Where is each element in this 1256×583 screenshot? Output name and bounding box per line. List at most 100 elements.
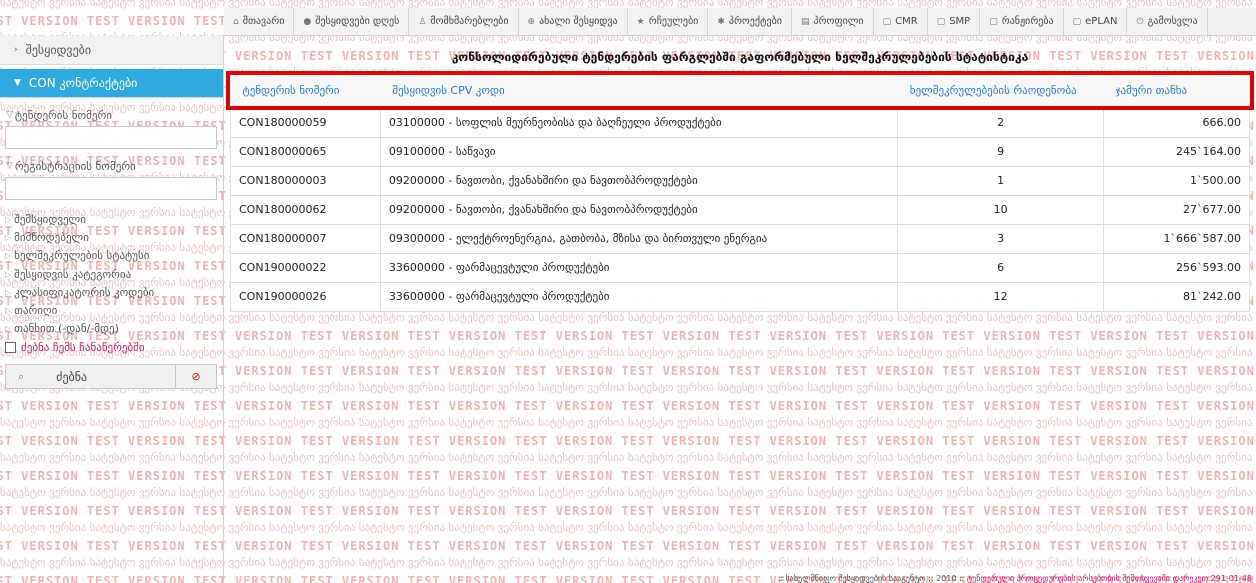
nav-item-label: შესყიდვები დღეს (315, 16, 400, 27)
nav-item-label: ახალი შესყიდვა (539, 16, 618, 27)
expand-triangle-icon: ▷ (5, 251, 12, 261)
nav-item-label: SMP (949, 16, 971, 27)
expand-triangle-icon: ▷ (5, 269, 12, 279)
column-header-cpv-code[interactable]: შესყიდვის CPV კოდი (380, 74, 898, 108)
chevron-right-icon: › (14, 45, 18, 55)
document-icon: ▢ (989, 16, 998, 27)
nav-item[interactable]: ▢ CMR (873, 8, 928, 35)
cell-contract-count: 6 (897, 252, 1105, 283)
filter-group-label: კლასიფიკატორის კოდები (14, 285, 155, 299)
column-header-contract-count[interactable]: ხელშეკრულებების რაოდენობა (897, 74, 1104, 108)
cell-tender-number: CON180000065 (230, 136, 381, 167)
nav-item[interactable]: ▢ ePLAN (1063, 8, 1128, 35)
cell-cpv-code: 09200000 - ნავთობი, ქვანახშირი და ნავთობ… (379, 165, 899, 196)
nav-item-label: ePLAN (1085, 16, 1118, 27)
filter-group-item[interactable]: ▷ შემსყიდველი (0, 210, 223, 228)
nav-item[interactable]: ⊕ ახალი შესყიდვა (518, 8, 628, 35)
plus-circle-icon: ⊕ (527, 16, 536, 27)
user-icon: ♙ (418, 16, 427, 27)
nav-item[interactable]: ▢ SMP (927, 8, 981, 35)
filter-group-item[interactable]: ▷ თანხით (-დან/-მდე) (0, 320, 223, 338)
cell-tender-number: CON190000026 (230, 281, 381, 312)
nav-item[interactable]: ▢ რანჟირება (980, 8, 1064, 35)
nav-item[interactable]: ★ რჩეულები (627, 8, 709, 35)
search-my-records-checkbox[interactable]: ძებნა ჩემს ჩანაწერებში (0, 338, 223, 356)
expand-triangle-icon: ▷ (5, 287, 12, 297)
brand-area (0, 0, 224, 36)
table-row[interactable]: CON180000062 09200000 - ნავთობი, ქვანახში… (230, 194, 1250, 225)
cell-total-sum: 81`242.00 (1103, 281, 1250, 312)
cell-tender-number: CON180000003 (230, 165, 381, 196)
filter-group-item[interactable]: ▷ ხელშეკრულების სტატუსი (0, 247, 223, 265)
cell-cpv-code: 03100000 - სოფლის მეურნეობისა და ბაღჩეულ… (379, 107, 899, 138)
table-header-row: ტენდერის ნომერი შესყიდვის CPV კოდი ხელშე… (230, 74, 1250, 108)
cell-tender-number: CON180000059 (230, 107, 381, 138)
cell-tender-number: CON190000022 (230, 252, 381, 283)
filter-icon: ▽ (6, 110, 13, 120)
cell-contract-count: 12 (897, 281, 1105, 312)
nav-item[interactable]: ♙ მომხმარებლები (409, 8, 519, 35)
document-icon: ▢ (936, 16, 946, 27)
filter-group-label: შესყიდვის კატეგორია (14, 267, 132, 281)
nav-item[interactable]: ✱ პროექტები (708, 8, 792, 35)
table-row[interactable]: CON190000022 33600000 - ფარმაცევტული პროდ… (230, 252, 1250, 283)
footer-text: :: სახელმწიფო შესყიდვების სააგენტო :: 20… (777, 574, 967, 583)
expand-triangle-icon: ▷ (5, 232, 12, 242)
table-row[interactable]: CON180000059 03100000 - სოფლის მეურნეობის… (230, 107, 1250, 138)
checkbox-icon[interactable] (5, 341, 16, 353)
column-header-tender-number[interactable]: ტენდერის ნომერი (230, 74, 381, 108)
cell-total-sum: 256`593.00 (1103, 252, 1250, 283)
table-row[interactable]: CON180000007 09300000 - ელექტროენერგია, გ… (230, 223, 1250, 254)
table-row[interactable]: CON190000026 33600000 - ფარმაცევტული პროდ… (230, 281, 1250, 312)
accordion-con-contracts[interactable]: ▼ CON კონტრაქტები (0, 69, 223, 98)
cell-total-sum: 245`164.00 (1103, 136, 1250, 167)
cell-tender-number: CON180000007 (230, 223, 381, 254)
column-header-total-sum[interactable]: ჯამური თანხა (1103, 74, 1250, 108)
accordion-purchases[interactable]: › შესყიდვები (0, 36, 223, 65)
filter-group-label: ხელშეკრულების სტატუსი (14, 249, 150, 263)
registration-number-label-text: რეგისტრაციის ნომერი (14, 159, 136, 173)
star-icon: ★ (636, 16, 645, 27)
nav-item[interactable]: ⏻ გამოსვლა (1127, 8, 1208, 35)
tender-number-input[interactable] (5, 126, 217, 149)
filter-group-item[interactable]: ▷ შესყიდვის კატეგორია (0, 265, 223, 283)
cell-cpv-code: 33600000 - ფარმაცევტული პროდუქტები (379, 252, 899, 283)
nav-item-label: გამოსვლა (1147, 16, 1198, 27)
cell-contract-count: 1 (897, 165, 1105, 196)
tender-number-label: ▽ ტენდერის ნომერი (0, 108, 223, 122)
page-title: კონსოლიდირებული ტენდერების ფარგლებში გაფ… (451, 50, 1029, 64)
nav-item-label: პროექტები (728, 16, 782, 27)
chevron-down-icon: ▼ (14, 78, 21, 88)
filter-group-label: მიმწოდებელი (14, 230, 89, 244)
cell-contract-count: 3 (897, 223, 1105, 254)
nav-item-label: პროფილი (813, 16, 864, 27)
cell-total-sum: 666.00 (1103, 107, 1250, 138)
document-icon: ▢ (1072, 16, 1082, 27)
nav-item[interactable]: ⌂ მთავარი (224, 8, 295, 35)
document-icon: ▢ (882, 16, 892, 27)
clear-button[interactable]: ⊘ (176, 365, 216, 388)
filter-group-item[interactable]: ▷ თარიღი (0, 301, 223, 319)
filter-group-item[interactable]: ▷ მიმწოდებელი (0, 228, 223, 246)
filter-group-item[interactable]: ▷ კლასიფიკატორის კოდები (0, 283, 223, 301)
filter-group-label: თანხით (-დან/-მდე) (14, 322, 119, 336)
gear-icon: ✱ (717, 16, 725, 27)
search-button[interactable]: ⌕ ძებნა (6, 365, 176, 389)
top-navigation: ⌂ მთავარი ● შესყიდვები დღეს ♙ მომხმარებლები ⊕ ა… (224, 8, 1256, 36)
accordion-con-contracts-label: CON კონტრაქტები (28, 76, 138, 90)
cell-cpv-code: 09200000 - ნავთობი, ქვანახშირი და ნავთობ… (379, 194, 899, 225)
registration-number-label: ▽ რეგისტრაციის ნომერი (0, 159, 223, 173)
table-row[interactable]: CON180000065 09100000 - საწვავი 9 245`164.0… (230, 136, 1250, 167)
dot-icon: ● (303, 16, 312, 27)
nav-item[interactable]: ▤ პროფილი (791, 8, 874, 35)
power-icon: ⏻ (1136, 16, 1144, 27)
expand-triangle-icon: ▷ (5, 324, 12, 334)
cell-cpv-code: 09100000 - საწვავი (379, 136, 899, 167)
registration-number-input[interactable] (5, 177, 217, 200)
table-row[interactable]: CON180000003 09200000 - ნავთობი, ქვანახში… (230, 165, 1250, 196)
filter-group-label: თარიღი (14, 304, 58, 318)
id-card-icon: ▤ (800, 16, 810, 27)
tender-number-label-text: ტენდერის ნომერი (14, 108, 112, 122)
statistics-table-wrapper: ტენდერის ნომერი შესყიდვის CPV კოდი ხელშე… (226, 71, 1254, 312)
nav-item[interactable]: ● შესყიდვები დღეს (294, 8, 410, 35)
